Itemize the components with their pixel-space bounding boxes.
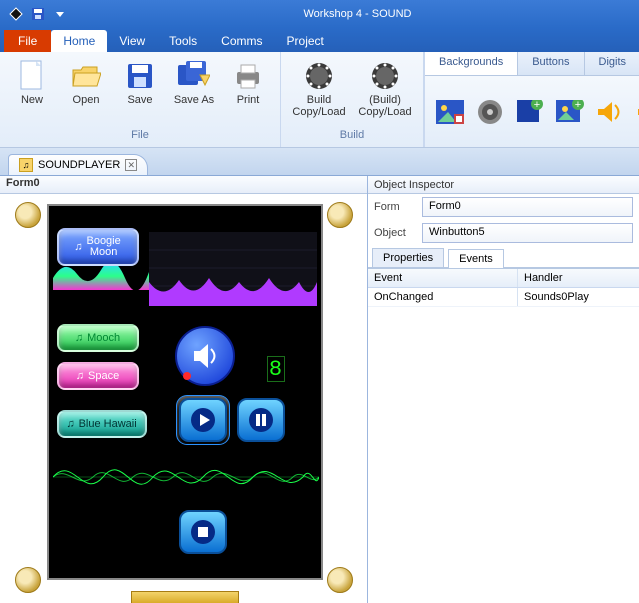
- speaker-icon: [190, 341, 220, 371]
- tab-project[interactable]: Project: [275, 30, 336, 52]
- panel-tab-buttons[interactable]: Buttons: [518, 52, 584, 75]
- song-button-mooch[interactable]: ♫Mooch: [57, 324, 139, 352]
- frame-hole-icon: [327, 567, 353, 593]
- designer-pane: Form0: [0, 176, 368, 603]
- stop-button[interactable]: [179, 510, 227, 554]
- device-frame: ♫ BoogieMoon ♫Mooch ♫Space ♫Blue Hawaii: [13, 200, 355, 595]
- new-button[interactable]: New: [6, 56, 58, 110]
- frame-hole-icon: [15, 202, 41, 228]
- music-note-icon: ♫: [74, 241, 82, 253]
- tab-home[interactable]: Home: [51, 30, 107, 52]
- music-note-icon: ♫: [76, 370, 84, 382]
- tab-comms[interactable]: Comms: [209, 30, 274, 52]
- quick-access-toolbar: [0, 4, 76, 24]
- ribbon-group-file: New Open Save Save As Print File: [0, 52, 281, 147]
- save-icon: [124, 60, 156, 92]
- object-label: Object: [374, 227, 416, 239]
- new-icon: [16, 60, 48, 92]
- qat-save-icon[interactable]: [28, 4, 48, 24]
- open-folder-icon: [70, 60, 102, 92]
- tab-file[interactable]: File: [4, 30, 51, 52]
- window-title: Workshop 4 - SOUND: [76, 8, 639, 20]
- widget-sound-icon[interactable]: [595, 97, 625, 127]
- panel-tab-backgrounds[interactable]: Backgrounds: [425, 52, 518, 75]
- song-button-blue-hawaii[interactable]: ♫Blue Hawaii: [57, 410, 147, 438]
- table-row[interactable]: OnChanged Sounds0Play: [368, 288, 639, 307]
- app-icon[interactable]: [6, 4, 26, 24]
- music-note-icon: ♫: [19, 158, 33, 172]
- save-button[interactable]: Save: [114, 56, 166, 110]
- panel-tab-digits[interactable]: Digits: [585, 52, 639, 75]
- event-name-cell: OnChanged: [368, 288, 518, 306]
- object-selector[interactable]: Winbutton5: [422, 223, 633, 243]
- tab-properties[interactable]: Properties: [372, 248, 444, 267]
- widget-add-media-icon[interactable]: +: [555, 97, 585, 127]
- ribbon-widget-panel: Backgrounds Buttons Digits Gauges + + +: [424, 52, 639, 147]
- widget-image-icon[interactable]: [435, 97, 465, 127]
- event-handler-cell[interactable]: Sounds0Play: [518, 288, 639, 306]
- document-tabs: ♫ SOUNDPLAYER ✕: [0, 148, 639, 176]
- pause-button[interactable]: [237, 398, 285, 442]
- object-inspector-pane: Object Inspector Form Form0 Object Winbu…: [368, 176, 639, 603]
- song-button-boogie-moon[interactable]: ♫ BoogieMoon: [57, 228, 139, 266]
- music-note-icon: ♫: [75, 332, 83, 344]
- document-tab-label: SOUNDPLAYER: [38, 159, 120, 171]
- close-tab-icon[interactable]: ✕: [125, 159, 137, 171]
- waveform-widget[interactable]: [53, 450, 319, 504]
- tab-events[interactable]: Events: [448, 249, 504, 268]
- save-as-icon: [178, 60, 210, 92]
- qat-dropdown-icon[interactable]: [50, 4, 70, 24]
- stop-icon: [190, 519, 216, 545]
- scope-widget[interactable]: [149, 232, 317, 306]
- ribbon: New Open Save Save As Print File: [0, 52, 639, 148]
- column-header-event[interactable]: Event: [368, 269, 518, 287]
- device-screen[interactable]: ♫ BoogieMoon ♫Mooch ♫Space ♫Blue Hawaii: [47, 204, 323, 580]
- widget-add-sound-icon[interactable]: +: [635, 97, 639, 127]
- tab-tools[interactable]: Tools: [157, 30, 209, 52]
- form-selector[interactable]: Form0: [422, 197, 633, 217]
- print-button[interactable]: Print: [222, 56, 274, 110]
- ribbon-group-build: BuildCopy/Load (Build)Copy/Load Build: [281, 52, 424, 147]
- build-copy-load-button[interactable]: BuildCopy/Load: [287, 56, 351, 122]
- ribbon-tabs: File Home View Tools Comms Project: [0, 28, 639, 52]
- save-as-button[interactable]: Save As: [168, 56, 220, 110]
- form-label: Form: [374, 201, 416, 213]
- widget-video-icon[interactable]: [475, 97, 505, 127]
- rebuild-copy-load-button[interactable]: (Build)Copy/Load: [353, 56, 417, 122]
- print-icon: [232, 60, 264, 92]
- gear-icon: [369, 60, 401, 92]
- ribbon-group-build-label: Build: [287, 127, 417, 143]
- frame-hole-icon: [327, 202, 353, 228]
- play-icon: [190, 407, 216, 433]
- svg-text:+: +: [575, 100, 581, 111]
- form-title: Form0: [0, 176, 367, 194]
- volume-knob[interactable]: [175, 326, 235, 386]
- led-indicator-icon: [183, 372, 191, 380]
- device-connector: [131, 591, 239, 603]
- digit-display[interactable]: 8: [267, 356, 285, 382]
- events-grid: Event Handler OnChanged Sounds0Play: [368, 268, 639, 603]
- tab-view[interactable]: View: [107, 30, 157, 52]
- ribbon-group-file-label: File: [6, 127, 274, 143]
- open-button[interactable]: Open: [60, 56, 112, 110]
- titlebar: Workshop 4 - SOUND: [0, 0, 639, 28]
- frame-hole-icon: [15, 567, 41, 593]
- object-inspector-title: Object Inspector: [368, 176, 639, 194]
- gear-icon: [303, 60, 335, 92]
- svg-text:+: +: [534, 100, 540, 111]
- document-tab-soundplayer[interactable]: ♫ SOUNDPLAYER ✕: [8, 154, 148, 175]
- widget-add-image-icon[interactable]: +: [515, 97, 545, 127]
- column-header-handler[interactable]: Handler: [518, 269, 639, 287]
- music-note-icon: ♫: [66, 418, 74, 430]
- play-button[interactable]: [179, 398, 227, 442]
- song-button-space[interactable]: ♫Space: [57, 362, 139, 390]
- pause-icon: [248, 407, 274, 433]
